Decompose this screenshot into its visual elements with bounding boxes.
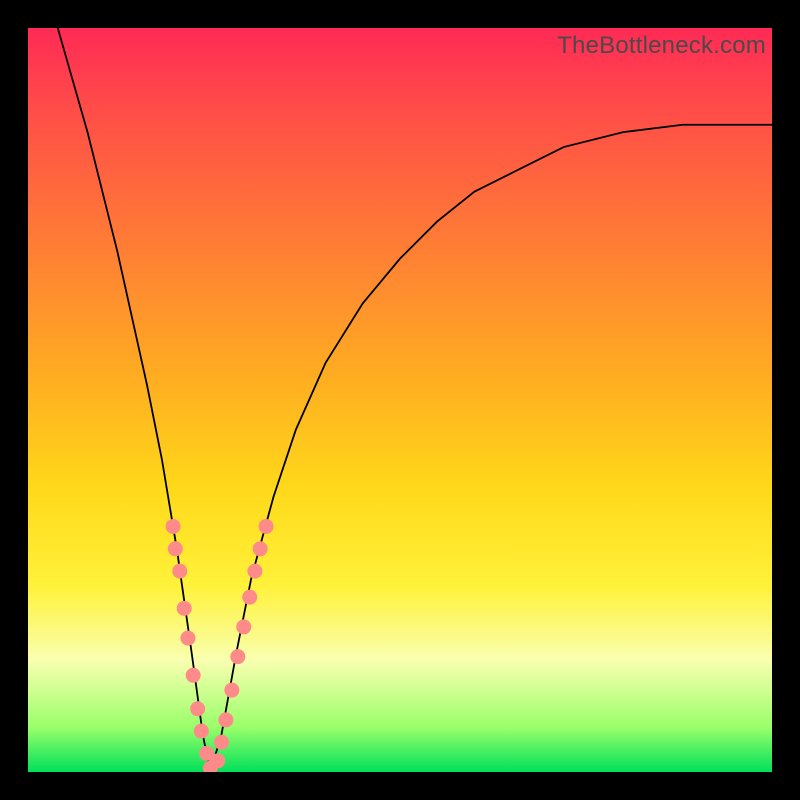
chart-frame: TheBottleneck.com [0, 0, 800, 800]
data-point [236, 619, 251, 634]
data-point [190, 701, 205, 716]
data-point [168, 541, 183, 556]
data-point [214, 735, 229, 750]
data-point [177, 601, 192, 616]
chart-svg [28, 28, 772, 772]
data-point [242, 590, 257, 605]
data-point [166, 519, 181, 534]
data-point [253, 541, 268, 556]
data-point [230, 649, 245, 664]
data-point [218, 712, 233, 727]
data-point [172, 564, 187, 579]
data-point [259, 519, 274, 534]
bottleneck-curve [58, 28, 772, 772]
data-point [186, 668, 201, 683]
data-point [194, 724, 209, 739]
plot-area: TheBottleneck.com [28, 28, 772, 772]
data-point [247, 564, 262, 579]
data-point [210, 753, 225, 768]
data-point [180, 631, 195, 646]
data-point [224, 683, 239, 698]
